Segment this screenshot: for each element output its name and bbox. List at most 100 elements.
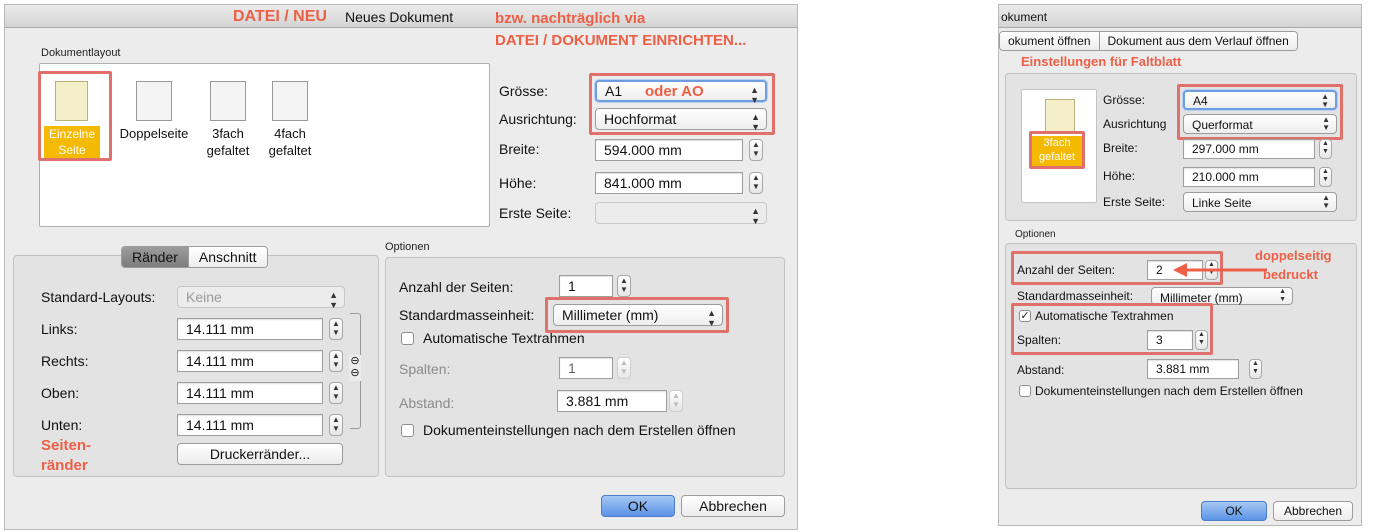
annotation-bedruckt: bedruckt xyxy=(1263,267,1318,282)
breite-stepper[interactable]: ▲ ▼ xyxy=(1319,139,1332,159)
auto-textrahmen-label: Automatische Textrahmen xyxy=(423,330,585,346)
select-chevron-icon: ▲ ▼ xyxy=(1322,193,1330,210)
highlight-3fach xyxy=(1029,131,1085,169)
erste-seite-label: Erste Seite: xyxy=(1103,195,1166,209)
tab-raender[interactable]: Ränder xyxy=(122,247,188,267)
anzahl-seiten-stepper[interactable]: ▲ ▼ xyxy=(617,275,631,297)
standard-layouts-select[interactable]: Keine ▲ ▼ xyxy=(177,286,345,310)
highlight-einzelne-seite xyxy=(38,71,112,161)
hoehe-field[interactable]: 210.000 mm xyxy=(1183,167,1315,187)
cancel-button[interactable]: Abbrechen xyxy=(1273,501,1353,521)
ausrichtung-label: Ausrichtung xyxy=(1103,117,1167,131)
rechts-field[interactable]: 14.111 mm xyxy=(177,350,323,372)
rechts-stepper[interactable]: ▲ ▼ xyxy=(329,350,343,372)
links-field[interactable]: 14.111 mm xyxy=(177,318,323,340)
ok-button[interactable]: OK xyxy=(1201,501,1267,521)
groesse-label: Grösse: xyxy=(499,83,549,99)
highlight-groesse-ausrichtung xyxy=(589,73,775,135)
hoehe-field[interactable]: 841.000 mm xyxy=(595,172,743,194)
dokeinstellungen-label: Dokumenteinstellungen nach dem Erstellen… xyxy=(423,422,736,438)
erste-seite-label: Erste Seite: xyxy=(499,205,572,221)
hoehe-label: Höhe: xyxy=(1103,169,1136,183)
annotation-seitenraender-1: Seiten- xyxy=(41,437,92,454)
layout-doppelseite-label[interactable]: Doppelseite xyxy=(112,125,196,142)
erste-seite-value: Linke Seite xyxy=(1192,196,1252,210)
dokeinstellungen-label: Dokumenteinstellungen nach dem Erstellen… xyxy=(1035,384,1303,398)
open-tabs: okument öffnen Dokument aus dem Verlauf … xyxy=(999,31,1298,51)
dialog-titlebar xyxy=(999,5,1361,28)
masseinheit-label: Standardmasseinheit: xyxy=(399,307,535,323)
oben-field[interactable]: 14.111 mm xyxy=(177,382,323,404)
chain-link-icon[interactable]: ⊖ ⊖ xyxy=(349,355,361,381)
abstand-label: Abstand: xyxy=(399,395,455,411)
breite-field[interactable]: 297.000 mm xyxy=(1183,139,1315,159)
ok-button[interactable]: OK xyxy=(601,495,675,517)
select-chevron-icon: ▲ ▼ xyxy=(329,290,338,310)
highlight-groesse-ausrichtung xyxy=(1177,84,1343,140)
layout-3fach-icon[interactable] xyxy=(1045,99,1075,133)
spalten-stepper[interactable]: ▲ ▼ xyxy=(617,357,631,379)
dialog-title: okument xyxy=(1001,10,1048,24)
tab-anschnitt[interactable]: Anschnitt xyxy=(187,247,267,267)
tab-dokument-verlauf[interactable]: Dokument aus dem Verlauf öffnen xyxy=(1098,32,1297,50)
unten-field[interactable]: 14.111 mm xyxy=(177,414,323,436)
title-annotation-datei-neu: DATEI / NEU xyxy=(233,8,327,25)
hoehe-stepper[interactable]: ▲ ▼ xyxy=(749,172,763,194)
arrow-icon xyxy=(1173,263,1267,277)
hoehe-label: Höhe: xyxy=(499,175,537,191)
standard-layouts-label: Standard-Layouts: xyxy=(41,289,156,305)
oben-label: Oben: xyxy=(41,385,80,401)
select-chevron-icon: ▲ ▼ xyxy=(1279,288,1286,303)
optionen-label: Optionen xyxy=(385,241,430,253)
dialog-title: Neues Dokument xyxy=(345,9,454,25)
layout-4fach-label[interactable]: 4fach gefaltet xyxy=(252,125,328,159)
masseinheit-label: Standardmasseinheit: xyxy=(1017,289,1134,303)
annotation-dokument-einrichten: DATEI / DOKUMENT EINRICHTEN... xyxy=(495,32,747,49)
spalten-field[interactable]: 1 xyxy=(559,357,613,379)
dokeinstellungen-checkbox[interactable] xyxy=(401,424,414,437)
breite-label: Breite: xyxy=(499,141,540,157)
new-document-dialog: DATEI / NEU Neues Dokument bzw. nachträg… xyxy=(4,4,798,530)
annotation-faltblatt: Einstellungen für Faltblatt xyxy=(1021,54,1182,69)
erste-seite-select[interactable]: ▲ ▼ xyxy=(595,202,767,226)
layout-4fach-line2: gefaltet xyxy=(268,143,312,158)
anzahl-seiten-field[interactable]: 1 xyxy=(559,275,613,297)
layout-4fach-line1: 4fach xyxy=(274,126,306,141)
annotation-nachtraeglich: bzw. nachträglich via xyxy=(495,10,646,27)
tab-dokument-oeffnen[interactable]: okument öffnen xyxy=(1000,32,1099,50)
unten-label: Unten: xyxy=(41,417,83,433)
abstand-field[interactable]: 3.881 mm xyxy=(557,390,667,412)
standard-layouts-value: Keine xyxy=(186,289,222,305)
abstand-stepper[interactable]: ▲ ▼ xyxy=(1249,359,1262,379)
annotation-seitenraender-2: ränder xyxy=(41,457,88,474)
druckerraender-button[interactable]: Druckerränder... xyxy=(177,443,343,465)
highlight-masseinheit xyxy=(545,297,729,333)
dokumentlayout-label: Dokumentlayout xyxy=(41,47,121,59)
auto-textrahmen-checkbox[interactable] xyxy=(401,332,414,345)
anzahl-seiten-label: Anzahl der Seiten: xyxy=(399,279,514,295)
abstand-field[interactable]: 3.881 mm xyxy=(1147,359,1239,379)
breite-stepper[interactable]: ▲ ▼ xyxy=(749,139,763,161)
ausrichtung-label: Ausrichtung: xyxy=(499,111,577,127)
layout-3fach-icon[interactable] xyxy=(210,81,246,121)
links-label: Links: xyxy=(41,321,78,337)
layout-double-page-icon[interactable] xyxy=(136,81,172,121)
cancel-button[interactable]: Abbrechen xyxy=(681,495,785,517)
unten-stepper[interactable]: ▲ ▼ xyxy=(329,414,343,436)
faltblatt-dialog: okument okument öffnen Dokument aus dem … xyxy=(998,4,1362,526)
layout-4fach-icon[interactable] xyxy=(272,81,308,121)
hoehe-stepper[interactable]: ▲ ▼ xyxy=(1319,167,1332,187)
groesse-label: Grösse: xyxy=(1103,93,1146,107)
links-stepper[interactable]: ▲ ▼ xyxy=(329,318,343,340)
select-chevron-icon: ▲ ▼ xyxy=(751,206,760,226)
oben-stepper[interactable]: ▲ ▼ xyxy=(329,382,343,404)
dokeinstellungen-checkbox[interactable] xyxy=(1019,385,1031,397)
highlight-textrahmen-spalten xyxy=(1011,303,1213,355)
abstand-stepper[interactable]: ▲ ▼ xyxy=(669,390,683,412)
margins-tabs: Ränder Anschnitt xyxy=(121,246,268,268)
optionen-label: Optionen xyxy=(1015,229,1056,240)
breite-field[interactable]: 594.000 mm xyxy=(595,139,743,161)
abstand-label: Abstand: xyxy=(1017,363,1065,377)
erste-seite-select[interactable]: Linke Seite ▲ ▼ xyxy=(1183,192,1337,212)
spalten-label: Spalten: xyxy=(399,361,451,377)
